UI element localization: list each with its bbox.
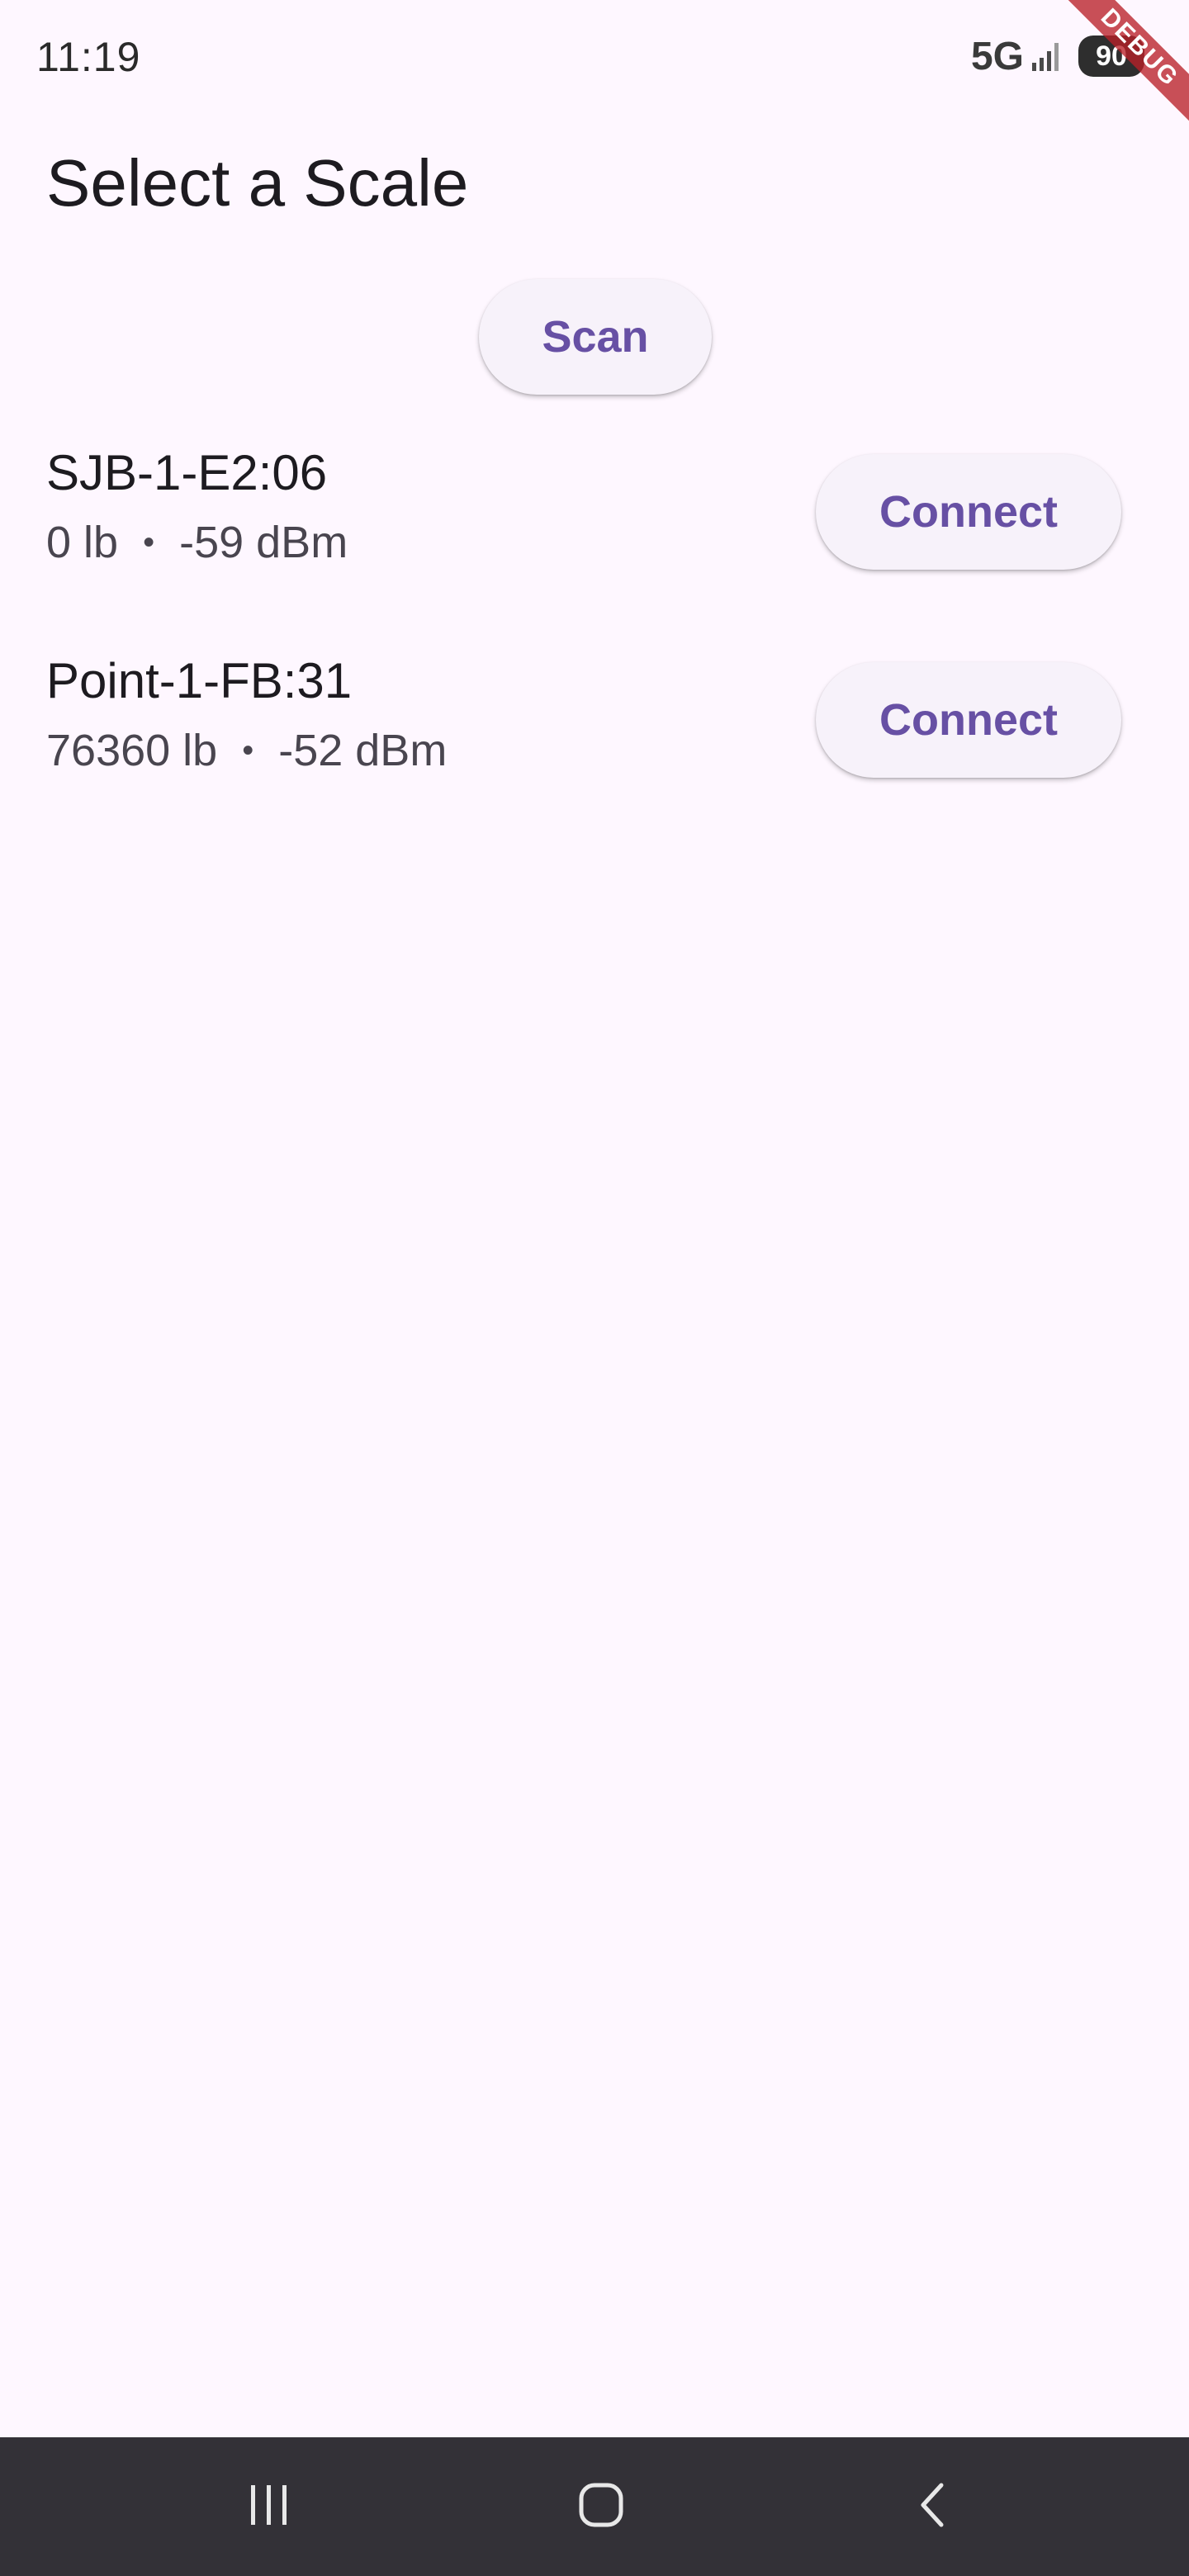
connect-button[interactable]: Connect [816, 662, 1121, 778]
device-details: 76360 lb • -52 dBm [46, 725, 447, 776]
device-list: SJB-1-E2:06 0 lb • -59 dBm Connect Point… [0, 429, 1189, 845]
home-button[interactable] [519, 2437, 684, 2576]
device-name: Point-1-FB:31 [46, 653, 353, 708]
recents-icon [244, 2480, 294, 2534]
device-list-item: SJB-1-E2:06 0 lb • -59 dBm Connect [0, 429, 1189, 637]
device-signal-strength: -59 dBm [179, 518, 348, 567]
details-separator: • [242, 732, 254, 769]
device-weight: 76360 lb [46, 726, 218, 775]
system-navigation-bar [0, 2437, 1189, 2576]
status-time: 11:19 [36, 34, 141, 80]
connect-button[interactable]: Connect [816, 454, 1121, 570]
status-bar: 11:19 5G 90 DEBUG [0, 0, 1189, 159]
page-title: Select a Scale [46, 146, 469, 220]
device-details: 0 lb • -59 dBm [46, 517, 348, 568]
home-icon [576, 2480, 626, 2534]
device-list-item: Point-1-FB:31 76360 lb • -52 dBm Connect [0, 637, 1189, 845]
back-button[interactable] [852, 2437, 1017, 2576]
recents-button[interactable] [187, 2437, 352, 2576]
network-type: 5G [970, 34, 1024, 78]
device-name: SJB-1-E2:06 [46, 445, 328, 500]
device-signal-strength: -52 dBm [278, 726, 448, 775]
scan-button[interactable]: Scan [479, 279, 712, 395]
back-icon [910, 2480, 959, 2534]
device-weight: 0 lb [46, 518, 119, 567]
details-separator: • [143, 523, 155, 561]
signal-strength-icon [1030, 40, 1063, 73]
